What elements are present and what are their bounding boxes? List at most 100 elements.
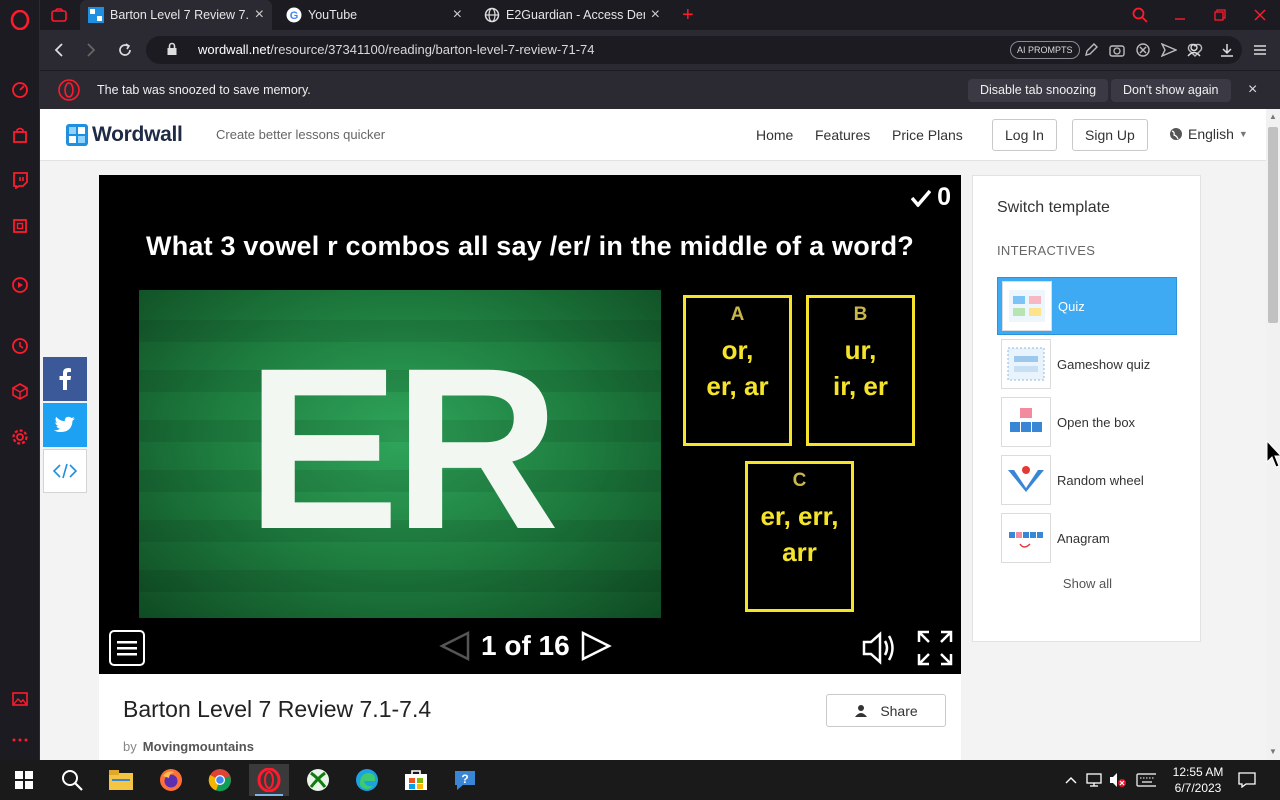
nav-features[interactable]: Features xyxy=(815,127,870,143)
answer-b[interactable]: B ur, ir, er xyxy=(806,295,915,446)
opera-logo-icon[interactable] xyxy=(10,10,30,30)
wordwall-logo[interactable]: Wordwall xyxy=(66,123,183,147)
scroll-down-icon[interactable]: ▼ xyxy=(1269,747,1277,756)
template-open-the-box[interactable]: Open the box xyxy=(997,393,1177,451)
answer-a[interactable]: A or, er, ar xyxy=(683,295,792,446)
gallery-icon[interactable] xyxy=(10,689,30,709)
minimize-icon[interactable] xyxy=(1160,0,1200,30)
speed-dial-icon[interactable] xyxy=(10,80,30,100)
tab-youtube[interactable]: G YouTube × xyxy=(278,0,470,30)
tab-close-icon[interactable]: × xyxy=(651,6,660,24)
template-random-wheel[interactable]: Random wheel xyxy=(997,451,1177,509)
edge-icon[interactable] xyxy=(347,764,387,796)
url-field[interactable]: wordwall.net/resource/37341100/reading/b… xyxy=(146,36,1242,64)
search-icon[interactable] xyxy=(52,764,92,796)
workspace-icon[interactable] xyxy=(40,0,78,30)
template-anagram[interactable]: Anagram xyxy=(997,509,1177,567)
firefox-icon[interactable] xyxy=(151,764,191,796)
windows-start-icon[interactable] xyxy=(4,764,44,796)
restore-icon[interactable] xyxy=(1200,0,1240,30)
next-icon[interactable] xyxy=(580,630,612,662)
nav-home[interactable]: Home xyxy=(756,127,793,143)
svg-text:G: G xyxy=(290,10,299,22)
help-icon[interactable]: ? xyxy=(445,764,485,796)
author-line: by Movingmountains xyxy=(123,739,254,754)
tab-close-icon[interactable]: × xyxy=(453,6,462,24)
show-all-link[interactable]: Show all xyxy=(973,576,1202,591)
tab-close-icon[interactable]: × xyxy=(255,6,264,24)
disable-tab-snoozing-button[interactable]: Disable tab snoozing xyxy=(968,79,1109,102)
download-icon[interactable] xyxy=(1217,40,1237,60)
switch-template-panel: Switch template INTERACTIVES Quiz Gamesh… xyxy=(972,175,1201,642)
nav-price-plans[interactable]: Price Plans xyxy=(892,127,963,143)
sound-button[interactable] xyxy=(861,630,899,666)
send-icon[interactable] xyxy=(1160,41,1178,59)
signup-button[interactable]: Sign Up xyxy=(1072,119,1148,151)
language-selector[interactable]: English ▼ xyxy=(1169,126,1248,142)
tray-chevron-up-icon[interactable] xyxy=(1061,770,1081,790)
opera-taskbar-icon[interactable] xyxy=(249,764,289,796)
notification-icon[interactable] xyxy=(1237,770,1257,790)
page-scrollbar[interactable]: ▲ ▼ xyxy=(1266,109,1280,760)
tab-snoozed-bar: The tab was snoozed to save memory. Disa… xyxy=(40,70,1280,109)
search-tabs-icon[interactable] xyxy=(1120,0,1160,30)
adblock-icon[interactable] xyxy=(1134,41,1152,59)
file-explorer-icon[interactable] xyxy=(101,764,141,796)
checkmark-icon xyxy=(911,189,932,207)
close-icon[interactable]: × xyxy=(1248,81,1257,99)
volume-muted-icon[interactable] xyxy=(1108,770,1128,790)
mouse-cursor-icon xyxy=(1266,439,1280,475)
back-icon[interactable] xyxy=(49,40,69,60)
easy-setup-icon[interactable] xyxy=(1250,40,1270,60)
dont-show-again-button[interactable]: Don't show again xyxy=(1111,79,1231,102)
camera-icon[interactable] xyxy=(1108,41,1126,59)
xbox-icon[interactable] xyxy=(298,764,338,796)
globe-favicon-icon xyxy=(484,7,500,23)
embed-share-button[interactable] xyxy=(43,449,87,493)
share-button[interactable]: Share xyxy=(826,694,946,727)
network-icon[interactable] xyxy=(1085,770,1105,790)
forward-icon[interactable] xyxy=(81,40,101,60)
settings-gear-icon[interactable] xyxy=(10,427,30,447)
system-clock[interactable]: 12:55 AM 6/7/2023 xyxy=(1168,764,1228,796)
login-button[interactable]: Log In xyxy=(992,119,1057,151)
scroll-up-icon[interactable]: ▲ xyxy=(1269,112,1277,121)
shopping-bag-icon[interactable] xyxy=(10,125,30,145)
twitter-share-button[interactable] xyxy=(43,403,87,447)
reload-icon[interactable] xyxy=(115,40,135,60)
new-tab-button[interactable]: + xyxy=(674,0,698,30)
extensions-icon[interactable] xyxy=(10,216,30,236)
template-gameshow-quiz[interactable]: Gameshow quiz xyxy=(997,335,1177,393)
answer-c[interactable]: C er, err, arr xyxy=(745,461,854,612)
keyboard-icon[interactable] xyxy=(1136,770,1156,790)
share-label: Share xyxy=(880,702,918,719)
author-link[interactable]: Movingmountains xyxy=(143,739,254,754)
store-icon[interactable] xyxy=(396,764,436,796)
hamburger-icon xyxy=(117,641,137,656)
cube-icon[interactable] xyxy=(10,381,30,401)
activity-player[interactable]: 0 What 3 vowel r combos all say /er/ in … xyxy=(99,175,961,674)
twitch-icon[interactable] xyxy=(10,170,30,190)
url-text: wordwall.net/resource/37341100/reading/b… xyxy=(198,42,595,57)
edit-icon[interactable] xyxy=(1082,41,1100,59)
answer-letter: B xyxy=(853,304,868,325)
answer-text: er, err, arr xyxy=(760,501,839,567)
chrome-icon[interactable] xyxy=(200,764,240,796)
tab-e2guardian[interactable]: E2Guardian - Access Denie × xyxy=(476,0,668,30)
previous-icon[interactable] xyxy=(439,630,471,662)
ai-prompts-button[interactable]: AI PROMPTS xyxy=(1010,41,1080,59)
fullscreen-button[interactable] xyxy=(917,630,953,666)
more-icon[interactable] xyxy=(10,730,30,750)
scrollbar-thumb[interactable] xyxy=(1268,127,1278,323)
language-label: English xyxy=(1188,126,1234,142)
tab-barton[interactable]: Barton Level 7 Review 7.1-7 × xyxy=(80,0,272,30)
close-window-icon[interactable] xyxy=(1240,0,1280,30)
account-icon[interactable] xyxy=(1184,40,1204,60)
twitter-icon xyxy=(54,416,75,432)
template-quiz[interactable]: Quiz xyxy=(997,277,1177,335)
history-icon[interactable] xyxy=(10,336,30,356)
player-icon[interactable] xyxy=(10,275,30,295)
facebook-share-button[interactable] xyxy=(43,357,87,401)
template-label: Anagram xyxy=(1057,530,1110,546)
menu-button[interactable] xyxy=(109,630,145,666)
